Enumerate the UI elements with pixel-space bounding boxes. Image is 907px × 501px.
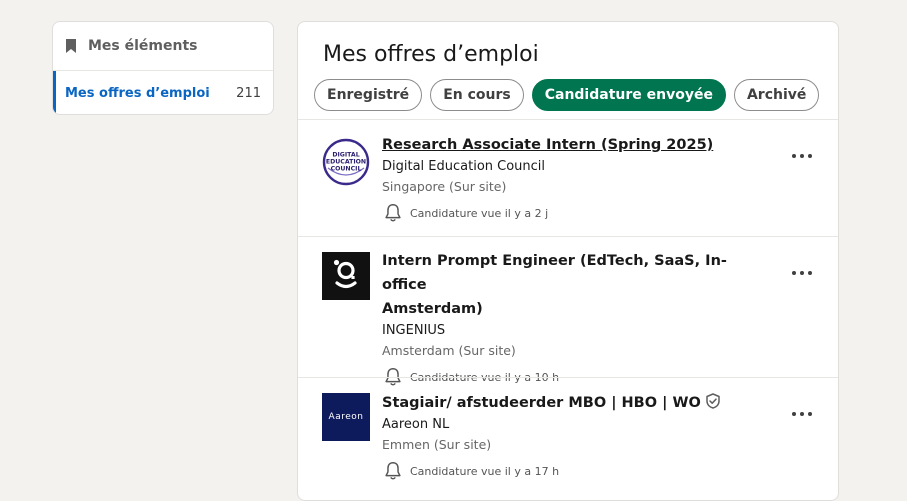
job-title-link[interactable]: Intern Prompt Engineer (EdTech, SaaS, In…: [382, 249, 762, 321]
company-logo-aareon: Aareon: [322, 393, 370, 441]
job-info: Research Associate Intern (Spring 2025) …: [382, 133, 762, 224]
sidebar-item-label: Mes offres d’emploi: [65, 85, 210, 101]
sidebar-item-my-jobs[interactable]: Mes offres d’emploi 211: [53, 71, 273, 114]
logo-line-2: EDUCATION: [326, 159, 366, 166]
sidebar-title: Mes éléments: [88, 38, 198, 54]
job-insight: Candidature vue il y a 17 h: [382, 460, 762, 482]
job-item: DIGITAL EDUCATION COUNCIL Research Assoc…: [298, 120, 838, 236]
job-location: Singapore (Sur site): [382, 179, 507, 194]
main-panel: Mes offres d’emploi Enregistré En cours …: [297, 21, 839, 501]
tab-saved[interactable]: Enregistré: [314, 79, 423, 111]
insight-text: Candidature vue il y a 2 j: [410, 206, 549, 220]
bookmark-icon: [66, 39, 76, 53]
more-options-button[interactable]: [790, 402, 814, 426]
logo-line-1: DIGITAL: [332, 152, 359, 159]
job-item: Aareon Stagiair/ afstudeerder MBO | HBO …: [298, 378, 838, 500]
insight-text: Candidature vue il y a 17 h: [410, 464, 560, 478]
job-item: Intern Prompt Engineer (EdTech, SaaS, In…: [298, 237, 838, 386]
sidebar-header: Mes éléments: [53, 22, 273, 71]
tab-archived[interactable]: Archivé: [733, 79, 820, 111]
job-location: Amsterdam (Sur site): [382, 343, 516, 358]
logo-text: Aareon: [328, 412, 364, 422]
logo-graphic: DIGITAL EDUCATION COUNCIL: [322, 138, 370, 186]
job-location: Emmen (Sur site): [382, 437, 492, 452]
job-insight: Candidature vue il y a 2 j: [382, 202, 762, 224]
more-options-button[interactable]: [790, 261, 814, 285]
job-title-link[interactable]: Stagiair/ afstudeerder MBO | HBO | WO: [382, 391, 762, 415]
logo-graphic: [333, 259, 357, 289]
ellipsis-icon: [792, 412, 812, 416]
ellipsis-icon: [792, 271, 812, 275]
company-name: Aareon NL: [382, 417, 450, 432]
sidebar-item-count: 211: [236, 85, 261, 101]
sidebar: Mes éléments Mes offres d’emploi 211: [52, 21, 274, 115]
tab-applied[interactable]: Candidature envoyée: [531, 79, 726, 111]
job-title-text: Stagiair/ afstudeerder MBO | HBO | WO: [382, 395, 701, 411]
company-name: INGENIUS: [382, 323, 446, 338]
bell-icon: [385, 204, 401, 222]
job-title-line-1: Intern Prompt Engineer (EdTech, SaaS, In…: [382, 253, 727, 293]
company-name: Digital Education Council: [382, 159, 546, 174]
ellipsis-icon: [792, 154, 812, 158]
company-logo-ingenius: [322, 252, 370, 300]
job-info: Stagiair/ afstudeerder MBO | HBO | WO Aa…: [382, 391, 762, 482]
job-title-line-2: Amsterdam): [382, 301, 483, 317]
bell-icon: [385, 462, 401, 480]
more-options-button[interactable]: [790, 144, 814, 168]
logo-line-3: COUNCIL: [331, 166, 362, 173]
tab-bar: Enregistré En cours Candidature envoyée …: [314, 79, 820, 111]
job-info: Intern Prompt Engineer (EdTech, SaaS, In…: [382, 249, 762, 388]
job-title-link[interactable]: Research Associate Intern (Spring 2025): [382, 133, 762, 157]
shield-check-icon: [706, 393, 720, 409]
company-logo-digital-education-council: DIGITAL EDUCATION COUNCIL: [322, 138, 370, 186]
tab-in-progress[interactable]: En cours: [430, 79, 524, 111]
page-title: Mes offres d’emploi: [323, 42, 539, 67]
